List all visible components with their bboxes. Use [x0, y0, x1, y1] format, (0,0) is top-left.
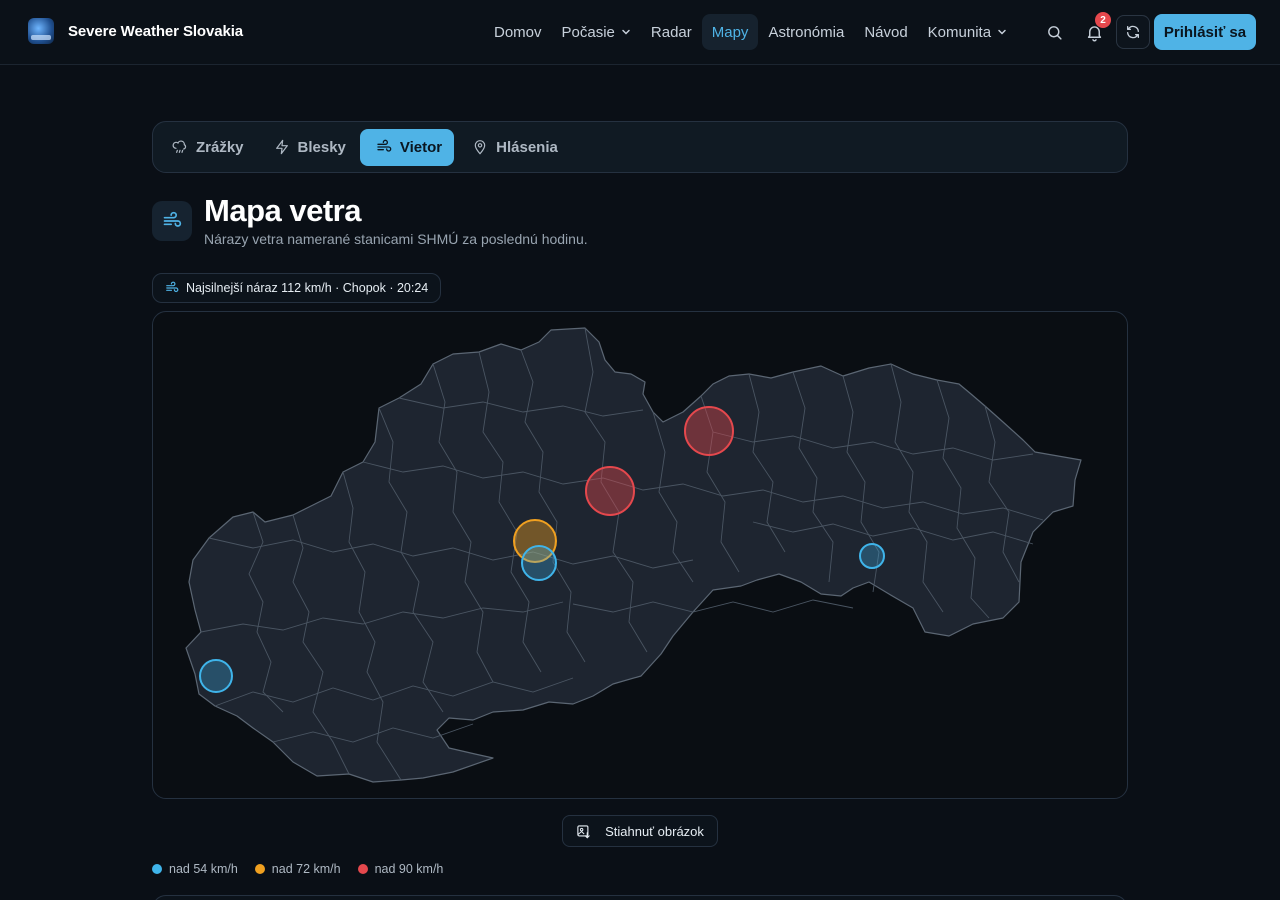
legend-label: nad 54 km/h: [169, 862, 238, 876]
legend-item-high: nad 90 km/h: [357, 862, 444, 876]
download-image-button[interactable]: Stiahnuť obrázok: [562, 815, 718, 847]
pin-icon: [474, 140, 486, 155]
station-marker-high[interactable]: [585, 466, 635, 516]
nav-label: Astronómia: [768, 23, 845, 41]
nav-item-domov[interactable]: Domov: [484, 14, 552, 50]
station-marker-low[interactable]: [199, 659, 233, 693]
stations-panel: [152, 895, 1128, 900]
page-subtitle: Nárazy vetra namerané stanicami SHMÚ za …: [204, 231, 588, 247]
nav-item-mapy[interactable]: Mapy: [701, 14, 759, 50]
nav-label: Mapy: [711, 23, 749, 41]
main-nav: Domov Počasie Radar Mapy Astronómia Návo…: [484, 14, 1017, 50]
chevron-down-icon: [998, 29, 1006, 35]
notification-badge: 2: [1095, 12, 1111, 28]
station-marker-low[interactable]: [521, 545, 557, 581]
station-marker-high[interactable]: [684, 406, 734, 456]
nav-item-radar[interactable]: Radar: [641, 14, 702, 50]
search-button[interactable]: [1037, 15, 1071, 49]
notifications-button[interactable]: 2: [1077, 12, 1111, 49]
legend-label: nad 90 km/h: [374, 862, 444, 876]
brand[interactable]: Severe Weather Slovakia: [28, 18, 243, 44]
map-legend: nad 54 km/h nad 72 km/h nad 90 km/h: [152, 862, 443, 876]
wind-icon: [166, 281, 179, 293]
tab-vietor[interactable]: Vietor: [359, 128, 455, 166]
image-download-icon: [577, 824, 590, 839]
nav-label: Počasie: [561, 23, 615, 41]
chevron-down-icon: [622, 29, 630, 35]
tab-blesky[interactable]: Blesky: [258, 129, 358, 166]
tab-label: Hlásenia: [496, 138, 558, 156]
wind-icon: [377, 139, 392, 152]
download-label: Stiahnuť obrázok: [605, 823, 704, 839]
nav-item-navod[interactable]: Návod: [854, 14, 917, 50]
login-button[interactable]: Prihlásiť sa: [1154, 14, 1256, 50]
tab-label: Blesky: [297, 138, 346, 156]
wind-icon: [152, 201, 192, 241]
top-navbar: Severe Weather Slovakia Domov Počasie Ra…: [0, 0, 1280, 65]
nav-item-pocasie[interactable]: Počasie: [552, 14, 641, 50]
slovakia-outline: [185, 327, 1082, 783]
refresh-button[interactable]: [1116, 15, 1150, 49]
wind-map[interactable]: [152, 311, 1128, 799]
strongest-gust-badge: Najsilnejší náraz 112 km/h · Chopok · 20…: [152, 273, 442, 303]
legend-dot: [254, 864, 265, 874]
page-title: Mapa vetra: [204, 193, 361, 228]
map-tabs: Zrážky Blesky Vietor Hlásenia: [152, 121, 1128, 173]
station-marker-low[interactable]: [859, 543, 885, 569]
lightning-icon: [275, 139, 288, 155]
brand-title: Severe Weather Slovakia: [68, 22, 244, 40]
strongest-gust-text: Najsilnejší náraz 112 km/h · Chopok · 20…: [186, 281, 429, 295]
tab-label: Vietor: [399, 138, 443, 156]
tab-zrazky[interactable]: Zrážky: [156, 129, 256, 166]
nav-item-astronomia[interactable]: Astronómia: [758, 14, 854, 50]
legend-item-low: nad 54 km/h: [152, 862, 238, 876]
nav-label: Komunita: [927, 23, 992, 41]
nav-label: Radar: [650, 23, 692, 41]
refresh-icon: [1127, 25, 1139, 39]
brand-logo-icon: [28, 18, 54, 44]
legend-dot: [357, 864, 368, 874]
legend-label: nad 72 km/h: [271, 862, 341, 876]
legend-dot: [152, 864, 162, 874]
nav-item-komunita[interactable]: Komunita: [918, 14, 1017, 50]
nav-label: Návod: [864, 23, 908, 41]
search-icon: [1047, 25, 1062, 40]
tab-label: Zrážky: [196, 138, 244, 156]
slovakia-map: [185, 327, 1082, 783]
tab-hlasenia[interactable]: Hlásenia: [456, 129, 570, 166]
nav-label: Domov: [494, 23, 542, 41]
legend-item-mid: nad 72 km/h: [254, 862, 341, 876]
rain-icon: [172, 140, 187, 153]
